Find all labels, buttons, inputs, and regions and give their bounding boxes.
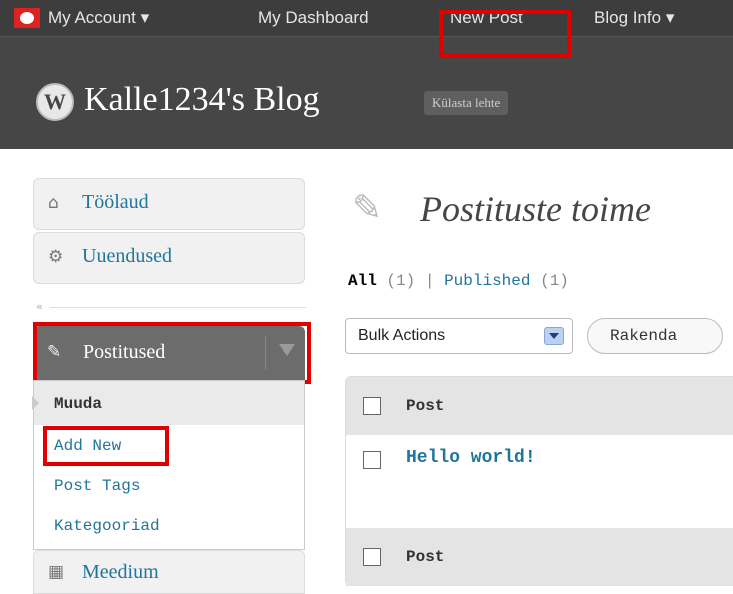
- bulk-actions-label: Bulk Actions: [358, 327, 446, 344]
- sidebar-item-label: Töölaud: [82, 191, 149, 213]
- highlight-new-post: [439, 10, 571, 58]
- apply-button-label: Rakenda: [610, 327, 678, 345]
- gear-icon: ⚙: [48, 247, 64, 267]
- sidebar-item-label: Meedium: [82, 561, 159, 583]
- select-all-checkbox[interactable]: [363, 397, 381, 415]
- select-all-checkbox-footer[interactable]: [363, 548, 381, 566]
- row-checkbox[interactable]: [363, 451, 381, 469]
- media-icon: ▦: [48, 562, 65, 582]
- posts-pin-icon: ✎: [352, 188, 383, 229]
- apply-button[interactable]: Rakenda: [587, 318, 723, 354]
- sidebar-item-dashboard[interactable]: ⌂ Töölaud: [33, 178, 305, 230]
- collapse-menu-button[interactable]: «: [36, 300, 43, 313]
- account-avatar-icon[interactable]: [14, 8, 40, 28]
- blog-title[interactable]: Kalle1234's Blog: [84, 81, 320, 119]
- filter-published-count: (1): [540, 272, 569, 290]
- filter-all[interactable]: All: [348, 272, 377, 290]
- table-footer: Post: [346, 528, 733, 586]
- visit-site-button[interactable]: Külasta lehte: [424, 91, 509, 115]
- submenu-item-post-tags[interactable]: Post Tags: [54, 477, 140, 495]
- submenu-item-edit[interactable]: Muuda: [54, 395, 102, 413]
- post-status-filters: All (1) | Published (1): [348, 272, 569, 290]
- blog-info-menu[interactable]: Blog Info ▾: [594, 0, 674, 36]
- chevron-down-icon[interactable]: [544, 327, 564, 345]
- my-dashboard-link[interactable]: My Dashboard: [258, 0, 369, 36]
- highlight-posts-menu: [33, 322, 311, 384]
- highlight-add-new: [43, 426, 169, 466]
- current-item-caret: [32, 396, 39, 410]
- post-title-link[interactable]: Hello world!: [406, 448, 536, 468]
- submenu-item-categories[interactable]: Kategooriad: [54, 517, 160, 535]
- blog-header: Kalle1234's Blog Külasta lehte: [0, 69, 733, 149]
- posts-table: Post Hello world! Post: [345, 376, 733, 586]
- page-title: Postituste toime: [420, 189, 651, 229]
- sidebar-item-updates[interactable]: ⚙ Uuendused: [33, 232, 305, 284]
- column-footer-post[interactable]: Post: [406, 548, 444, 566]
- admin-menu: My Account ▾ My Dashboard New Post Blog …: [0, 0, 733, 37]
- bulk-actions-select[interactable]: Bulk Actions: [345, 318, 573, 354]
- table-header: Post: [346, 377, 733, 435]
- sidebar-item-label: Uuendused: [82, 245, 172, 267]
- admin-bar: My Account ▾ My Dashboard New Post Blog …: [0, 0, 733, 69]
- home-icon: ⌂: [48, 193, 59, 213]
- sidebar-item-media[interactable]: ▦ Meedium: [33, 550, 305, 594]
- my-account-menu[interactable]: My Account ▾: [48, 0, 149, 36]
- wordpress-logo-icon: [36, 83, 74, 121]
- column-header-post[interactable]: Post: [406, 397, 444, 415]
- filter-separator: |: [424, 272, 435, 290]
- filter-all-count: (1): [386, 272, 416, 290]
- filter-published[interactable]: Published: [444, 272, 530, 290]
- sidebar-separator: [50, 307, 306, 308]
